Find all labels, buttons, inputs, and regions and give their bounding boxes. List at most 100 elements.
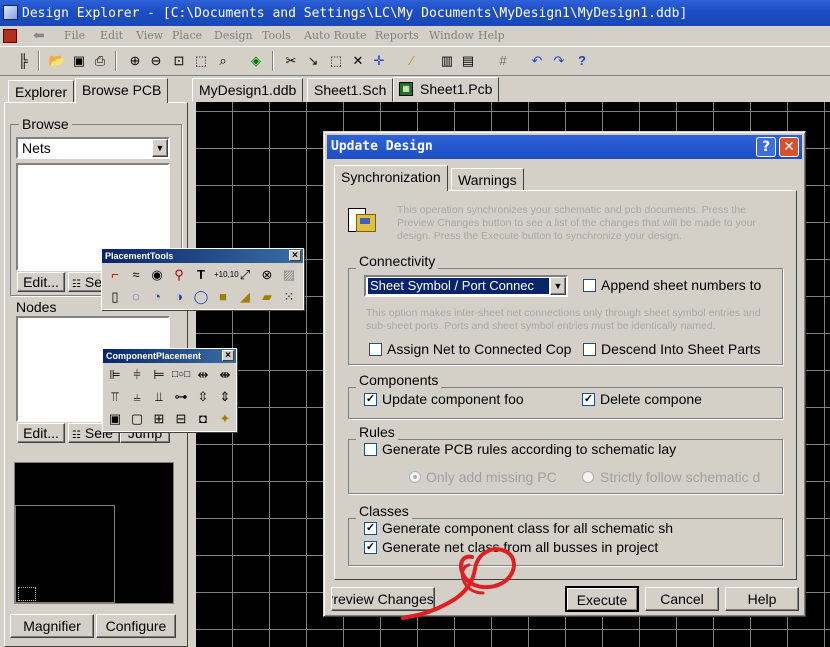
component-placement-title[interactable]: ComponentPlacement × [103, 349, 236, 363]
place-via-icon[interactable]: ⚲ [170, 266, 188, 284]
move-to-grid-icon[interactable]: ⊟ [172, 410, 190, 428]
tab-synchronization[interactable]: Synchronization [334, 165, 448, 191]
align-vcenter-icon[interactable]: ⫨ [128, 388, 146, 406]
menu-reports[interactable]: Reports [375, 29, 419, 42]
chevron-down-icon[interactable]: ▼ [152, 139, 168, 157]
menu-design[interactable]: Design [214, 29, 253, 42]
component-library-icon[interactable]: ▤ [459, 52, 477, 70]
arc-edge-icon[interactable]: ◔ [148, 288, 166, 306]
decrease-v-space-icon[interactable]: ⇕ [216, 388, 234, 406]
connectivity-select[interactable]: Sheet Symbol / Port Connec ▼ [364, 275, 568, 297]
increase-h-space-icon[interactable]: ⇹ [194, 366, 212, 384]
place-coordinate-icon[interactable]: +10,10 [214, 266, 239, 284]
interactive-route-icon[interactable]: ⌐ [106, 266, 124, 284]
space-vertical-icon[interactable]: ⊶ [172, 388, 190, 406]
delete-component-checkbox[interactable]: ✓ [582, 393, 595, 406]
mini-viewer[interactable] [14, 462, 174, 604]
place-pad-icon[interactable]: ◉ [148, 266, 166, 284]
split-plane-icon[interactable]: ▰ [258, 288, 276, 306]
append-sheet-numbers-checkbox[interactable] [583, 279, 596, 292]
document-menu-icon[interactable] [3, 29, 17, 43]
component-class-checkbox[interactable]: ✓ [364, 522, 377, 535]
update-component-checkbox[interactable]: ✓ [364, 393, 377, 406]
save-icon[interactable]: ▣ [70, 52, 88, 70]
cut-icon[interactable]: ✂ [282, 52, 300, 70]
move-icon[interactable]: ✛ [370, 52, 388, 70]
execute-button[interactable]: Execute [565, 586, 639, 612]
magnifier-button[interactable]: Magnifier [10, 614, 94, 638]
menu-window[interactable]: Window [429, 29, 474, 42]
align-bottom-icon[interactable]: ⫫ [150, 388, 168, 406]
align-top-icon[interactable]: ⫪ [106, 388, 124, 406]
full-circle-icon[interactable]: ◯ [192, 288, 210, 306]
redo-icon[interactable]: ↷ [550, 52, 568, 70]
chevron-down-icon[interactable]: ▼ [550, 277, 566, 295]
arc-center-icon[interactable]: ◌ [127, 288, 145, 306]
tab-browse-pcb[interactable]: Browse PCB [75, 78, 169, 103]
deselect-icon[interactable]: ✕ [349, 52, 367, 70]
place-polygon-icon[interactable]: ◢ [236, 288, 254, 306]
place-string-icon[interactable]: T [192, 266, 210, 284]
menu-file[interactable]: File [64, 29, 85, 42]
arrange-grid-icon[interactable]: ⊞ [150, 410, 168, 428]
browse-select[interactable]: Nets ▼ [16, 137, 170, 159]
dialog-title-bar[interactable]: Update Design ? ✕ [327, 135, 802, 159]
only-missing-radio[interactable] [409, 471, 421, 483]
zoom-out-icon[interactable]: ⊖ [147, 52, 165, 70]
align-right-icon[interactable]: ⊨ [150, 366, 168, 384]
place-line-icon[interactable]: ≈ [127, 266, 145, 284]
close-icon[interactable]: ✕ [779, 137, 799, 157]
menu-auto-route[interactable]: Auto Route [304, 29, 367, 42]
help-button[interactable]: Help [725, 587, 799, 611]
grid-icon[interactable]: # [494, 52, 512, 70]
print-icon[interactable]: ⎙ [91, 52, 109, 70]
align-left-icon[interactable]: ⊫ [106, 366, 124, 384]
undo-icon[interactable]: ↶ [528, 52, 546, 70]
cancel-button[interactable]: Cancel [645, 587, 719, 611]
configure-button[interactable]: Configure [96, 614, 176, 638]
array-paste-icon[interactable]: ⁙ [280, 288, 298, 306]
assign-net-checkbox[interactable] [369, 343, 382, 356]
strictly-follow-radio[interactable] [582, 471, 594, 483]
place-dimension-icon[interactable]: ⤢ [236, 266, 254, 284]
close-icon[interactable]: × [222, 350, 234, 361]
component-icon[interactable]: ◘ [194, 410, 212, 428]
edit-net-button[interactable]: Edit... [17, 272, 65, 292]
auto-place-icon[interactable]: ✦ [216, 410, 234, 428]
paste-icon[interactable]: ↘ [304, 52, 322, 70]
browse-component-icon[interactable]: ◈ [247, 52, 265, 70]
tab-sheet1-sch[interactable]: Sheet1.Sch [307, 78, 394, 102]
wand-icon[interactable]: ⁄ [403, 52, 421, 70]
select-area-icon[interactable]: ⬚ [327, 52, 345, 70]
open-folder-icon[interactable]: 📂 [48, 52, 66, 70]
place-room-icon[interactable]: ▨ [280, 266, 298, 284]
arrange-rect-icon[interactable]: ▢ [128, 410, 146, 428]
placement-tools-title[interactable]: PlacementTools × [102, 249, 303, 263]
menu-help[interactable]: Help [478, 29, 505, 42]
zoom-in-icon[interactable]: ⊕ [126, 52, 144, 70]
menu-tools[interactable]: Tools [262, 29, 291, 42]
increase-v-space-icon[interactable]: ⇳ [194, 388, 212, 406]
tab-mydesign1-ddb[interactable]: MyDesign1.ddb [192, 78, 304, 102]
generate-rules-checkbox[interactable] [364, 443, 377, 456]
help-icon[interactable]: ? [756, 137, 776, 157]
tab-sheet1-pcb[interactable]: ▦ Sheet1.Pcb [393, 77, 500, 102]
arrange-room-icon[interactable]: ▣ [106, 410, 124, 428]
place-component-icon[interactable]: ▯ [106, 288, 124, 306]
tab-warnings[interactable]: Warnings [451, 168, 524, 190]
decrease-h-space-icon[interactable]: ⇼ [216, 366, 234, 384]
place-fill-icon[interactable]: ■ [214, 288, 232, 306]
library-icon[interactable]: ▥ [438, 52, 456, 70]
zoom-last-icon[interactable]: ⌕ [214, 52, 232, 70]
tab-explorer[interactable]: Explorer [8, 80, 75, 102]
arc-any-icon[interactable]: ◑ [170, 288, 188, 306]
menu-view[interactable]: View [136, 29, 163, 42]
view-rectangle[interactable] [18, 587, 36, 601]
space-horizontal-icon[interactable]: □○□ [172, 366, 190, 384]
menu-place[interactable]: Place [172, 29, 202, 42]
menu-edit[interactable]: Edit [100, 29, 123, 42]
zoom-fit-icon[interactable]: ⊡ [170, 52, 188, 70]
close-icon[interactable]: × [289, 250, 301, 261]
help-icon[interactable]: ? [573, 52, 591, 70]
descend-sheet-parts-checkbox[interactable] [583, 343, 596, 356]
